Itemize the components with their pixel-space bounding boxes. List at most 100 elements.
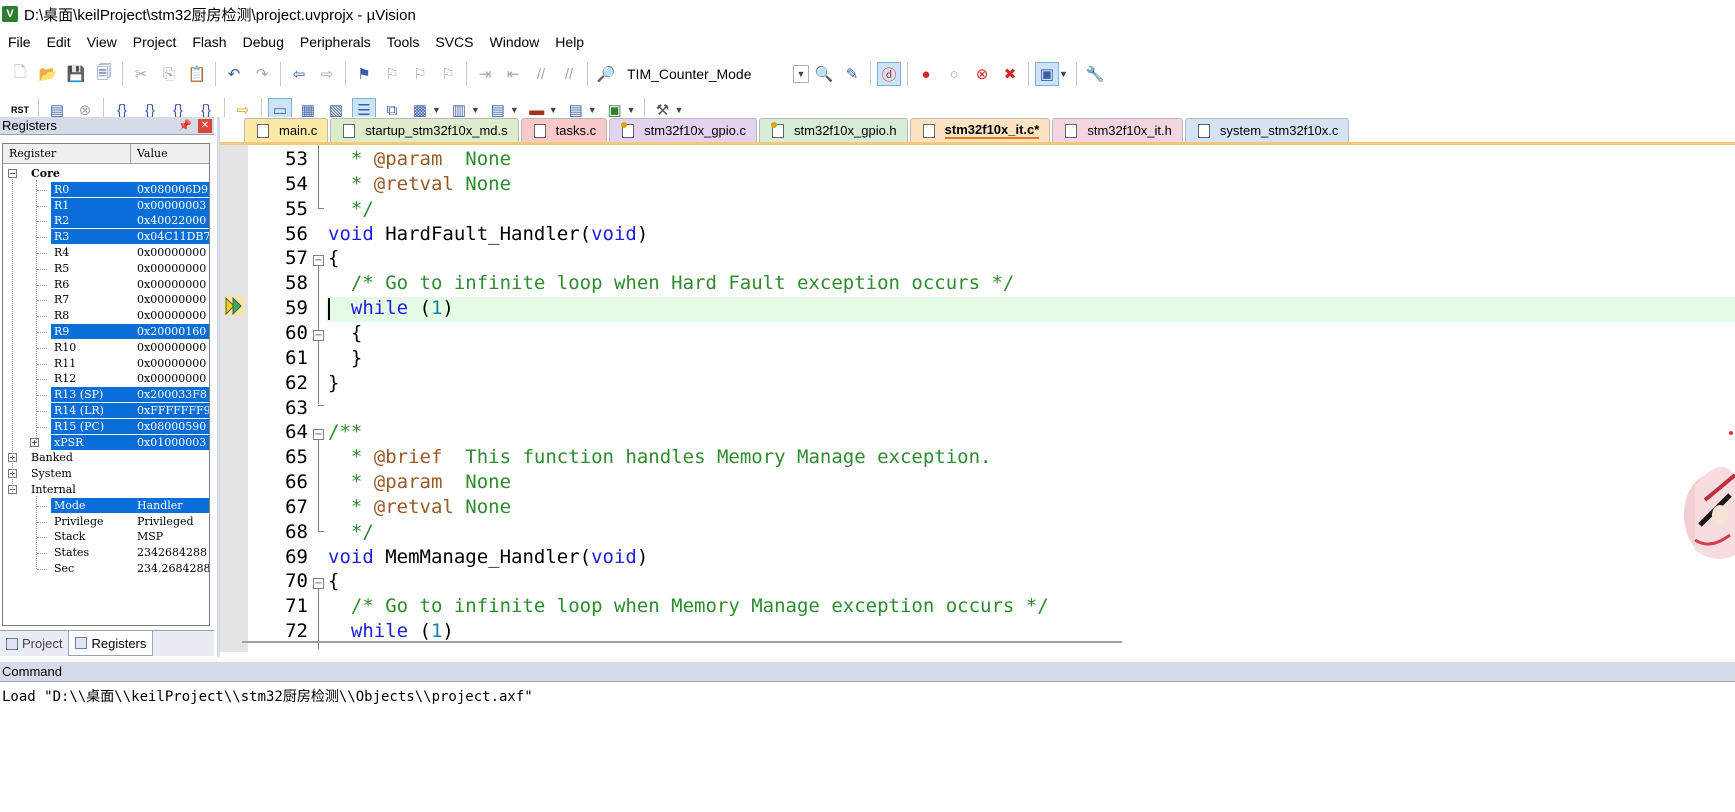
- register-value[interactable]: 0x00000000: [137, 262, 206, 275]
- internal-value[interactable]: MSP: [137, 530, 163, 543]
- internal-value[interactable]: 234.2684288: [137, 562, 209, 575]
- fold-toggle-icon[interactable]: −: [313, 578, 324, 590]
- register-value[interactable]: 0x00000000: [137, 357, 206, 370]
- internal-row[interactable]: States 2342684288: [51, 545, 209, 560]
- line-number[interactable]: 53: [250, 148, 308, 170]
- register-value[interactable]: 0x00000003: [137, 199, 206, 212]
- code-line[interactable]: /* Go to infinite loop when Hard Fault e…: [328, 272, 1014, 294]
- next-bookmark-icon[interactable]: ⚐: [408, 62, 432, 86]
- code-line[interactable]: void HardFault_Handler(void): [328, 223, 648, 245]
- disable-breakpoint-icon[interactable]: ○: [942, 62, 966, 86]
- line-number[interactable]: 67: [250, 496, 308, 518]
- clear-bookmarks-icon[interactable]: ⚐: [436, 62, 460, 86]
- uncomment-icon[interactable]: //: [557, 62, 581, 86]
- navigate-forward-icon[interactable]: ⇨: [315, 62, 339, 86]
- undo-icon[interactable]: ↶: [222, 62, 246, 86]
- chevron-down-icon[interactable]: ▼: [510, 105, 519, 115]
- register-value[interactable]: 0x00000000: [137, 278, 206, 291]
- internal-row[interactable]: Mode Handler: [51, 497, 209, 513]
- code-line[interactable]: while (1): [328, 620, 454, 642]
- chevron-down-icon[interactable]: ▼: [549, 105, 558, 115]
- register-value[interactable]: 0x200033F8: [137, 388, 207, 401]
- chevron-down-icon[interactable]: ▼: [627, 105, 636, 115]
- code-line[interactable]: void MemManage_Handler(void): [328, 546, 648, 568]
- line-number[interactable]: 71: [250, 595, 308, 617]
- disable-all-breakpoints-icon[interactable]: ⊗: [970, 62, 994, 86]
- internal-value[interactable]: 2342684288: [137, 546, 207, 559]
- code-line[interactable]: }: [328, 372, 339, 394]
- code-line[interactable]: {: [328, 570, 339, 592]
- menu-window[interactable]: Window: [482, 34, 548, 50]
- register-row[interactable]: R15 (PC) 0x08000590: [51, 418, 209, 434]
- window-layout-icon[interactable]: ▣: [1035, 62, 1059, 86]
- code-line[interactable]: /**: [328, 421, 362, 443]
- line-number[interactable]: 55: [250, 198, 308, 220]
- line-number[interactable]: 62: [250, 372, 308, 394]
- editor-tab[interactable]: stm32f10x_it.h: [1052, 118, 1183, 142]
- register-row[interactable]: R2 0x40022000: [51, 213, 209, 229]
- tree-group-system[interactable]: System: [31, 466, 72, 481]
- expand-xpsr-icon[interactable]: +: [30, 437, 39, 447]
- register-row[interactable]: R1 0x00000003: [51, 197, 209, 213]
- internal-row[interactable]: Privilege Privileged: [51, 514, 209, 529]
- register-row[interactable]: R12 0x00000000: [51, 371, 209, 386]
- kill-all-breakpoints-icon[interactable]: ✖: [998, 62, 1022, 86]
- chevron-down-icon[interactable]: ▼: [1059, 69, 1068, 79]
- register-row[interactable]: R7 0x00000000: [51, 292, 209, 307]
- editor-tab[interactable]: system_stm32f10x.c: [1184, 118, 1350, 142]
- register-value[interactable]: 0x04C11DB7: [137, 230, 209, 243]
- editor-tab[interactable]: stm32f10x_gpio.h: [759, 118, 908, 142]
- register-row[interactable]: R9 0x20000160: [51, 324, 209, 339]
- register-value[interactable]: 0x08000590: [137, 420, 206, 433]
- prev-bookmark-icon[interactable]: ⚐: [380, 62, 404, 86]
- value-column-header[interactable]: Value: [131, 144, 168, 163]
- line-number[interactable]: 63: [250, 397, 308, 419]
- line-number[interactable]: 69: [250, 546, 308, 568]
- register-value[interactable]: 0x080006D9: [137, 183, 208, 196]
- line-number[interactable]: 56: [250, 223, 308, 245]
- menu-project[interactable]: Project: [125, 34, 185, 50]
- save-all-icon[interactable]: 🗐: [92, 62, 116, 86]
- line-number[interactable]: 68: [250, 521, 308, 543]
- code-line[interactable]: /* Go to infinite loop when Memory Manag…: [328, 595, 1049, 617]
- configure-icon[interactable]: 🔧: [1083, 62, 1107, 86]
- fold-toggle-icon[interactable]: −: [313, 329, 324, 341]
- pin-icon[interactable]: 📌: [178, 119, 192, 132]
- register-row[interactable]: xPSR 0x01000003: [51, 434, 209, 450]
- paste-icon[interactable]: 📋: [185, 62, 209, 86]
- register-value[interactable]: 0x01000003: [137, 436, 206, 449]
- editor-tab[interactable]: tasks.c: [520, 118, 608, 142]
- chevron-down-icon[interactable]: ▼: [588, 105, 597, 115]
- code-line[interactable]: {: [328, 322, 362, 344]
- line-number[interactable]: 66: [250, 471, 308, 493]
- fold-toggle-icon[interactable]: −: [313, 429, 324, 441]
- tree-group-banked[interactable]: Banked: [31, 450, 73, 465]
- line-number[interactable]: 54: [250, 173, 308, 195]
- register-column-header[interactable]: Register: [3, 144, 131, 163]
- line-number[interactable]: 60: [250, 322, 308, 344]
- editor-tab[interactable]: main.c: [244, 118, 329, 142]
- incremental-find-icon[interactable]: ✎: [840, 62, 864, 86]
- register-row[interactable]: R5 0x00000000: [51, 261, 209, 276]
- code-editor[interactable]: 53 54 55 56 57 58 59 60 61 62 63 64 65 66 67 68 69 70 71 72…: [220, 142, 1735, 652]
- save-icon[interactable]: 💾: [64, 62, 88, 86]
- horizontal-scrollbar[interactable]: [242, 641, 1122, 643]
- internal-value[interactable]: Handler: [137, 499, 183, 512]
- line-number[interactable]: 72: [250, 620, 308, 642]
- collapse-core-icon[interactable]: −: [8, 169, 17, 178]
- line-number[interactable]: 58: [250, 272, 308, 294]
- redo-icon[interactable]: ↷: [250, 62, 274, 86]
- open-file-icon[interactable]: 📂: [36, 62, 60, 86]
- code-line[interactable]: * @retval None: [328, 496, 511, 518]
- register-row[interactable]: R11 0x00000000: [51, 356, 209, 371]
- register-row[interactable]: R13 (SP) 0x200033F8: [51, 387, 209, 403]
- menu-svcs[interactable]: SVCS: [427, 34, 481, 50]
- menu-edit[interactable]: Edit: [39, 34, 79, 50]
- code-line[interactable]: */: [328, 521, 374, 543]
- tab-registers[interactable]: Registers: [68, 631, 154, 656]
- code-line[interactable]: * @param None: [328, 471, 511, 493]
- register-value[interactable]: 0xFFFFFFF9: [137, 404, 209, 417]
- target-combo[interactable]: TIM_Counter_Mode ▼: [620, 62, 810, 86]
- breakpoint-icon[interactable]: ●: [914, 62, 938, 86]
- close-icon[interactable]: ✕: [198, 118, 212, 133]
